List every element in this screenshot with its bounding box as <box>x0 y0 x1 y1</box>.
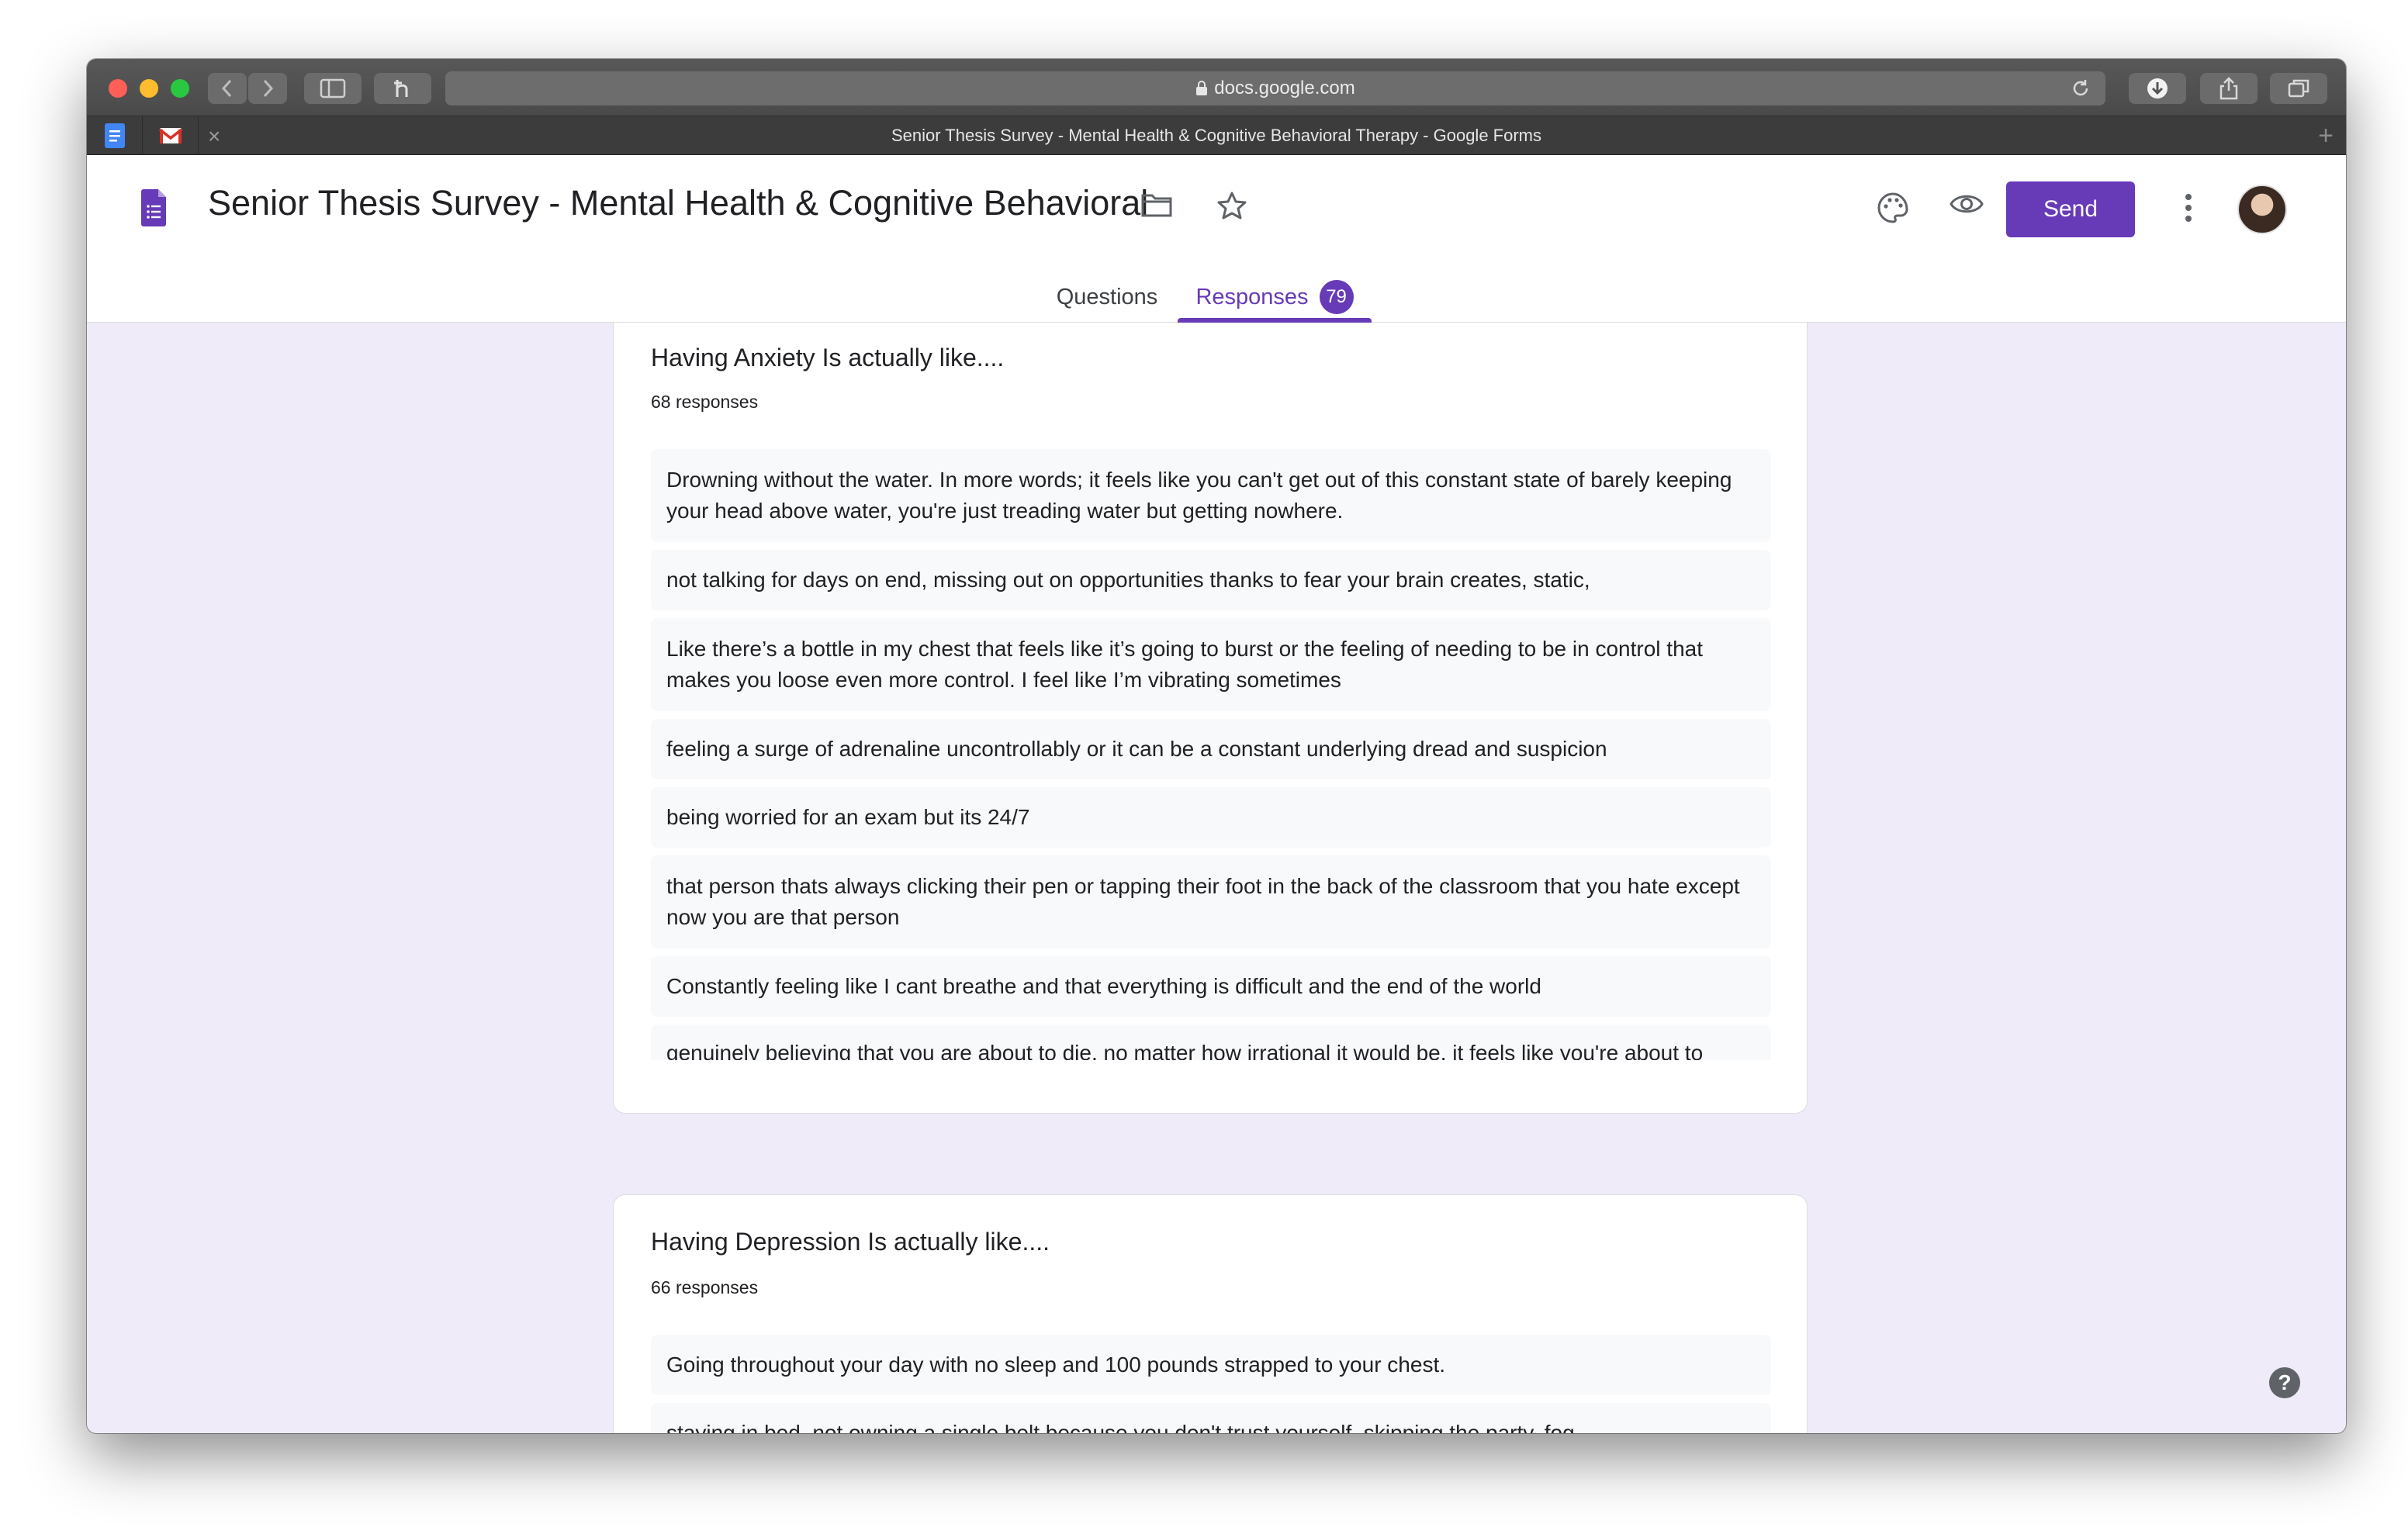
google-docs-icon <box>104 123 125 148</box>
responses-content: Having Anxiety Is actually like.... 68 r… <box>87 323 2346 1433</box>
minimize-window-button[interactable] <box>140 79 158 98</box>
extension-button[interactable] <box>374 73 431 104</box>
star-icon <box>1217 192 1247 219</box>
preview-button[interactable] <box>1949 191 1984 217</box>
list-item: not talking for days on end, missing out… <box>651 550 1771 610</box>
folder-icon <box>1141 194 1172 217</box>
close-window-button[interactable] <box>109 79 127 98</box>
address-bar[interactable]: docs.google.com <box>445 71 2105 105</box>
close-tab-icon[interactable]: × <box>208 124 220 149</box>
move-to-folder-button[interactable] <box>1140 191 1173 219</box>
list-item: Drowning without the water. In more word… <box>651 449 1771 542</box>
question-title: Having Anxiety Is actually like.... <box>651 344 1005 371</box>
list-item: being worried for an exam but its 24/7 <box>651 787 1771 848</box>
more-vert-icon <box>2185 194 2192 222</box>
list-item: Constantly feeling like I cant breathe a… <box>651 956 1771 1017</box>
list-item: that person thats always clicking their … <box>651 855 1771 948</box>
downloads-button[interactable] <box>2129 73 2186 104</box>
share-icon <box>2219 77 2238 100</box>
list-item: feeling a surge of adrenaline uncontroll… <box>651 719 1771 779</box>
back-button[interactable] <box>208 73 247 104</box>
chevron-right-icon <box>263 79 274 98</box>
more-options-button[interactable] <box>2183 192 2194 227</box>
browser-tab-bar: Senior Thesis Survey - Mental Health & C… <box>87 116 2346 155</box>
zoom-window-button[interactable] <box>171 79 189 98</box>
extension-icon <box>394 80 408 97</box>
tab-responses-label: Responses <box>1195 284 1309 309</box>
avatar[interactable] <box>2237 185 2287 234</box>
tab-questions[interactable]: Questions <box>1049 271 1165 323</box>
list-item: Going throughout your day with no sleep … <box>651 1335 1771 1395</box>
tab-overview-button[interactable] <box>2270 73 2327 104</box>
star-button[interactable] <box>1216 191 1247 220</box>
lock-icon <box>1196 81 1208 95</box>
help-button[interactable]: ? <box>2268 1366 2301 1403</box>
form-tabs: Questions Responses 79 <box>87 271 2346 323</box>
tab-responses[interactable]: Responses 79 <box>1178 271 1372 323</box>
forward-button[interactable] <box>248 73 287 104</box>
list-item: staying in bed, not owning a single belt… <box>651 1403 1771 1433</box>
send-button[interactable]: Send <box>2006 181 2135 237</box>
question-card-anxiety: Having Anxiety Is actually like.... 68 r… <box>613 323 1808 1114</box>
address-url: docs.google.com <box>1214 78 1355 98</box>
list-item: Like there’s a bottle in my chest that f… <box>651 618 1771 711</box>
google-forms-icon[interactable] <box>140 189 168 226</box>
form-title[interactable]: Senior Thesis Survey - Mental Health & C… <box>208 183 1148 223</box>
list-item: genuinely believing that you are about t… <box>651 1024 1771 1060</box>
response-count: 66 responses <box>651 1277 759 1297</box>
eye-icon <box>1950 195 1984 213</box>
pinned-tab-docs[interactable] <box>87 116 143 155</box>
palette-icon <box>1877 192 1908 223</box>
question-title: Having Depression Is actually like.... <box>651 1228 1050 1256</box>
pinned-tab-gmail[interactable] <box>143 116 199 155</box>
active-tab-title[interactable]: Senior Thesis Survey - Mental Health & C… <box>87 116 2346 155</box>
share-button[interactable] <box>2200 73 2258 104</box>
reload-icon[interactable] <box>2070 78 2091 99</box>
response-count: 68 responses <box>651 392 759 412</box>
sidebar-toggle-button[interactable] <box>304 73 362 104</box>
forms-header: Senior Thesis Survey - Mental Health & C… <box>87 155 2346 323</box>
download-icon <box>2147 78 2168 98</box>
help-label: ? <box>2278 1370 2292 1394</box>
chevron-left-icon <box>221 79 232 98</box>
gmail-icon <box>158 128 182 143</box>
list-item-clip: genuinely believing that you are about t… <box>651 1024 1771 1060</box>
new-tab-button[interactable]: + <box>2318 121 2334 151</box>
tabs-icon <box>2288 79 2309 98</box>
sidebar-icon <box>320 78 346 98</box>
customize-theme-button[interactable] <box>1876 191 1910 225</box>
question-card-depression: Having Depression Is actually like.... 6… <box>613 1194 1808 1433</box>
browser-toolbar: docs.google.com <box>87 59 2346 116</box>
browser-window: docs.google.com Senior Thesis Survey - M… <box>87 59 2346 1433</box>
responses-count-badge: 79 <box>1319 280 1354 314</box>
